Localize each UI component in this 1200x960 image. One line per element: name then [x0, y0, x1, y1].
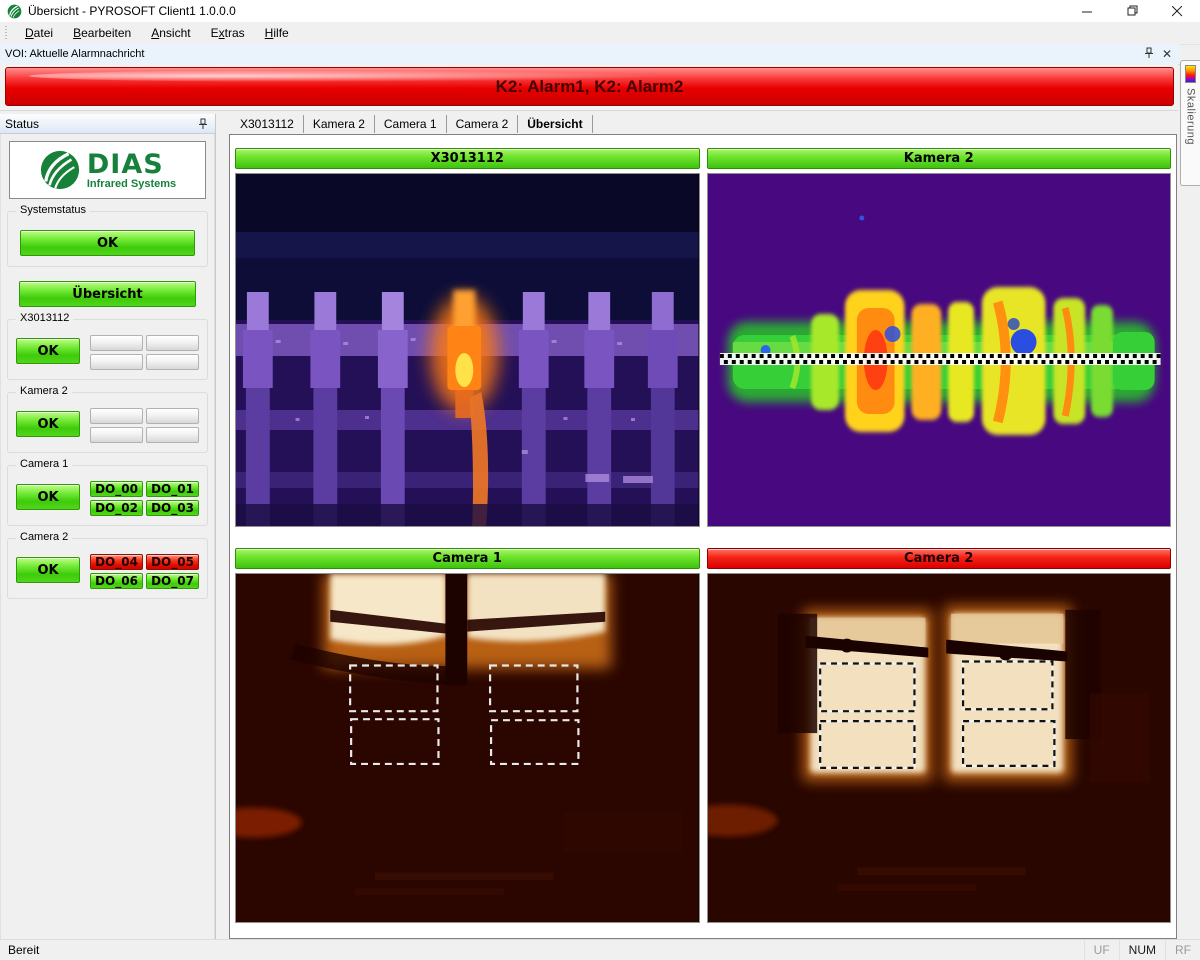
systemstatus-ok-button[interactable]: OK — [20, 230, 195, 256]
device-ok-button[interactable]: OK — [16, 484, 80, 510]
device-ok-button[interactable]: OK — [16, 411, 80, 437]
thermal-image-camera-1 — [235, 573, 700, 923]
device-group-camera-2: Camera 2 OK DO_04 DO_05 DO_06 DO_07 — [7, 538, 208, 599]
restore-button[interactable] — [1110, 0, 1155, 22]
device-label: Kamera 2 — [16, 385, 72, 397]
thermal-image-kamera-2 — [707, 173, 1172, 527]
device-ok-button[interactable]: OK — [16, 338, 80, 364]
overview-page: X3013112 — [229, 134, 1177, 939]
digital-output-button[interactable] — [90, 335, 143, 351]
panel-status-header: Camera 1 — [235, 548, 700, 569]
pin-icon[interactable] — [1144, 47, 1154, 62]
camera-panel-x3013112: X3013112 — [235, 148, 700, 527]
device-group-kamera-2: Kamera 2 OK — [7, 392, 208, 453]
device-group-x3013112: X3013112 OK — [7, 319, 208, 380]
camera-panel-camera-1: Camera 1 — [235, 548, 700, 923]
logo-name: DIAS — [87, 151, 164, 178]
app-logo-icon — [7, 4, 22, 19]
application-window: Übersicht - PYROSOFT Client1 1.0.0.0 Dat… — [0, 0, 1200, 960]
menu-hilfe[interactable]: Hilfe — [255, 24, 299, 42]
dias-logo: DIAS Infrared Systems — [9, 141, 206, 199]
digital-output-button[interactable] — [90, 354, 143, 370]
digital-output-button-alarm[interactable]: DO_04 — [90, 554, 143, 570]
alarm-message: K2: Alarm1, K2: Alarm2 — [496, 77, 684, 97]
indicator-uf: UF — [1084, 940, 1119, 960]
sidebar-header: Status — [0, 114, 215, 134]
digital-output-button[interactable] — [90, 408, 143, 424]
digital-output-button[interactable]: DO_00 — [90, 481, 143, 497]
digital-output-button[interactable]: DO_06 — [90, 573, 143, 589]
menu-bar: Datei Bearbeiten Ansicht Extras Hilfe — [0, 22, 1200, 45]
status-ready-text: Bereit — [0, 943, 39, 957]
systemstatus-group: Systemstatus OK — [7, 211, 208, 267]
digital-output-button[interactable] — [146, 335, 199, 351]
alarm-banner: K2: Alarm1, K2: Alarm2 — [5, 67, 1174, 106]
dias-logo-icon — [39, 149, 81, 191]
panel-status-header-alarm: Camera 2 — [707, 548, 1172, 569]
colorbar-icon — [1185, 65, 1196, 83]
digital-output-button[interactable] — [90, 427, 143, 443]
sidebar-title: Status — [0, 117, 39, 131]
menu-datei[interactable]: Datei — [15, 24, 63, 42]
systemstatus-label: Systemstatus — [16, 204, 90, 216]
menu-bearbeiten[interactable]: Bearbeiten — [63, 24, 141, 42]
device-label: X3013112 — [16, 312, 73, 324]
close-panel-icon[interactable]: ✕ — [1162, 48, 1172, 60]
overview-button[interactable]: Übersicht — [19, 281, 196, 307]
digital-output-button[interactable]: DO_02 — [90, 500, 143, 516]
menu-extras[interactable]: Extras — [201, 24, 255, 42]
thermal-image-x3013112 — [235, 173, 700, 527]
digital-output-button[interactable]: DO_03 — [146, 500, 199, 516]
voi-panel-header: VOI: Aktuelle Alarmnachricht ✕ — [0, 44, 1180, 65]
tab-kamera-2[interactable]: Kamera 2 — [304, 115, 375, 133]
device-label: Camera 2 — [16, 531, 72, 543]
skalierung-label: Skalierung — [1185, 88, 1197, 145]
close-button[interactable] — [1155, 0, 1200, 22]
thermal-image-camera-2 — [707, 573, 1172, 923]
panel-status-header: Kamera 2 — [707, 148, 1172, 169]
tab-camera-2[interactable]: Camera 2 — [447, 115, 519, 133]
digital-output-button[interactable]: DO_01 — [146, 481, 199, 497]
title-bar: Übersicht - PYROSOFT Client1 1.0.0.0 — [0, 0, 1200, 23]
view-tabstrip: X3013112 Kamera 2 Camera 1 Camera 2 Über… — [231, 114, 593, 134]
indicator-rf: RF — [1165, 940, 1200, 960]
skalierung-dock-tab[interactable]: Skalierung — [1180, 60, 1200, 186]
camera-panel-kamera-2: Kamera 2 — [707, 148, 1172, 527]
device-ok-button[interactable]: OK — [16, 557, 80, 583]
minimize-button[interactable] — [1065, 0, 1110, 22]
pin-icon[interactable] — [198, 118, 215, 130]
digital-output-button[interactable] — [146, 408, 199, 424]
status-sidebar: Status DIAS Infrared System — [0, 114, 216, 940]
device-label: Camera 1 — [16, 458, 72, 470]
device-group-camera-1: Camera 1 OK DO_00 DO_01 DO_02 DO_03 — [7, 465, 208, 526]
window-title: Übersicht - PYROSOFT Client1 1.0.0.0 — [28, 4, 236, 18]
menu-ansicht[interactable]: Ansicht — [141, 24, 200, 42]
status-bar: Bereit UF NUM RF — [0, 939, 1200, 960]
alarm-area: K2: Alarm1, K2: Alarm2 — [0, 64, 1178, 111]
panel-status-header: X3013112 — [235, 148, 700, 169]
digital-output-button-alarm[interactable]: DO_05 — [146, 554, 199, 570]
tab-uebersicht[interactable]: Übersicht — [518, 115, 592, 133]
tab-x3013112[interactable]: X3013112 — [231, 115, 304, 133]
voi-panel-title: VOI: Aktuelle Alarmnachricht — [0, 48, 144, 60]
camera-panel-camera-2: Camera 2 — [707, 548, 1172, 923]
logo-subtitle: Infrared Systems — [87, 179, 176, 190]
digital-output-button[interactable] — [146, 354, 199, 370]
digital-output-button[interactable]: DO_07 — [146, 573, 199, 589]
indicator-num: NUM — [1119, 940, 1165, 960]
tab-camera-1[interactable]: Camera 1 — [375, 115, 447, 133]
toolbar-grip[interactable] — [4, 26, 9, 40]
digital-output-button[interactable] — [146, 427, 199, 443]
